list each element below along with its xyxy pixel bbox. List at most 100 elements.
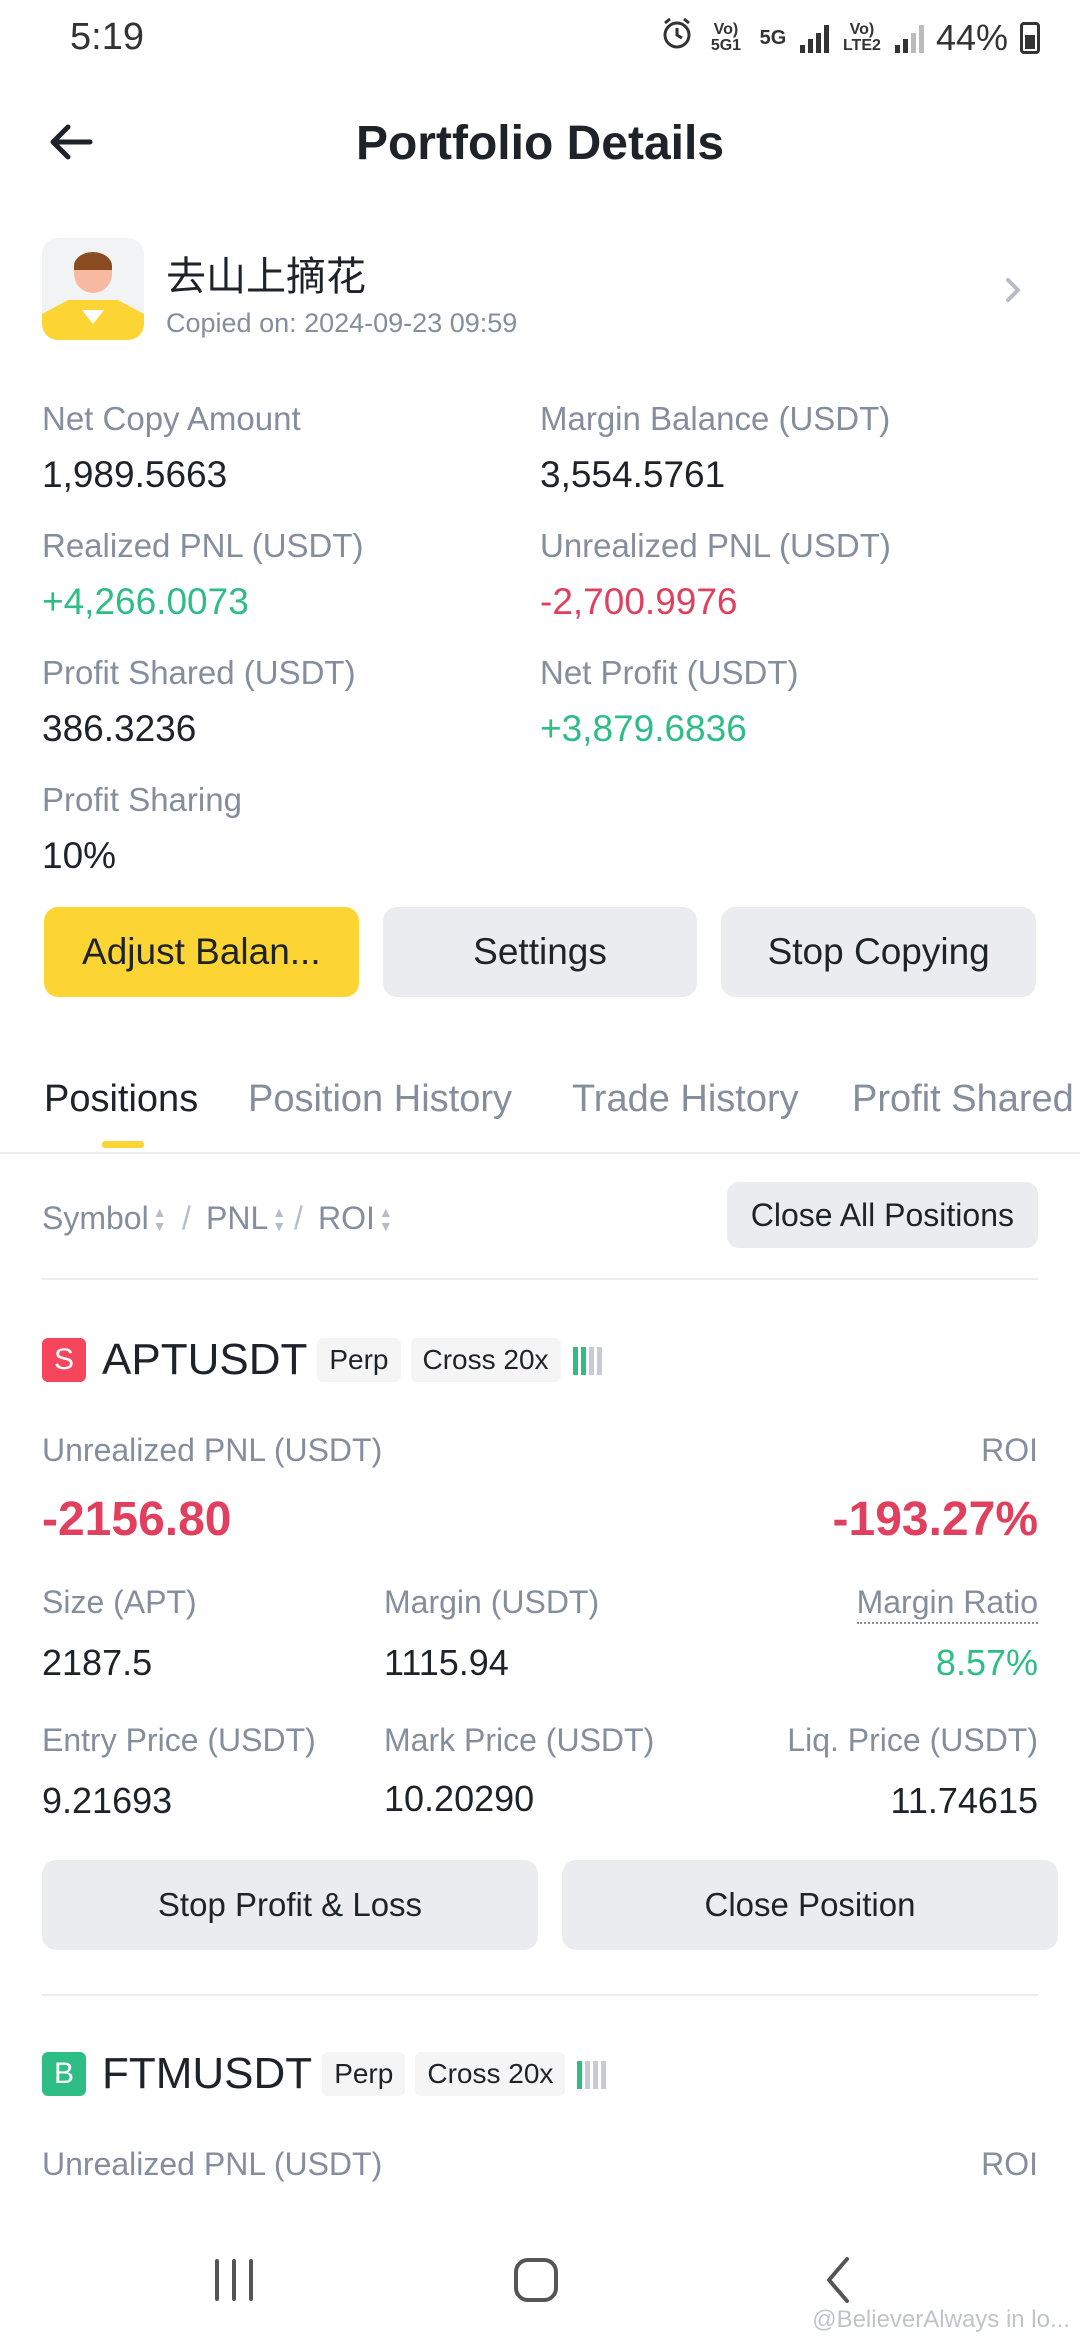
settings-button[interactable]: Settings <box>382 907 698 997</box>
volte-lte2-icon: Vo) LTE2 <box>842 20 881 54</box>
sort-pnl[interactable]: PNL ▲ ▼ <box>206 1200 286 1237</box>
adjust-balance-button[interactable]: Adjust Balan... <box>44 907 359 997</box>
stat-profit-sharing: Profit Sharing 10% <box>42 781 522 877</box>
stat-net-copy-amount: Net Copy Amount 1,989.5663 <box>42 400 522 496</box>
battery-icon <box>1020 21 1040 54</box>
stat-value: 386.3236 <box>42 708 197 749</box>
stat-value: 1,989.5663 <box>42 454 228 495</box>
avatar <box>42 238 144 340</box>
stat-unrealized-pnl: Unrealized PNL (USDT) -2,700.9976 <box>540 527 1020 623</box>
header: Portfolio Details <box>0 100 1080 190</box>
sort-roi-label: ROI <box>318 1200 375 1236</box>
sell-side-badge: S <box>42 1338 86 1382</box>
stat-value: -2,700.9976 <box>540 581 738 622</box>
mark-price-label: Mark Price (USDT) <box>384 1722 655 1758</box>
mark-price-value: 10.20290 <box>384 1778 535 1819</box>
stat-label: Realized PNL (USDT) <box>42 527 364 564</box>
action-buttons: Adjust Balan... Settings Stop Copying <box>44 907 1037 997</box>
stop-copying-button[interactable]: Stop Copying <box>721 907 1037 997</box>
tabs-divider <box>0 1152 1080 1154</box>
recent-apps-icon[interactable] <box>204 2250 264 2310</box>
tab-position-history[interactable]: Position History <box>248 1078 512 1121</box>
liq-price-label: Liq. Price (USDT) <box>787 1722 1038 1758</box>
close-position-button[interactable]: Close Position <box>562 1860 1058 1950</box>
sort-arrows-icon: ▲ ▼ <box>152 1203 167 1234</box>
stat-value: +4,266.0073 <box>42 581 249 622</box>
chevron-right-icon[interactable] <box>1000 272 1028 308</box>
roi-label: ROI <box>981 2146 1038 2182</box>
contract-type-tag: Perp <box>322 2052 406 2096</box>
margin-mode-tag: Cross 20x <box>415 2052 566 2096</box>
active-tab-indicator <box>102 1141 144 1148</box>
divider <box>42 1278 1038 1280</box>
volte-5g1-icon: Vo) 5G1 <box>710 20 742 54</box>
entry-price-value: 9.21693 <box>42 1780 173 1821</box>
unrealized-pnl-label: Unrealized PNL (USDT) <box>42 1432 383 1468</box>
signal-icon-2 <box>894 23 924 53</box>
margin-ratio-label-text: Margin Ratio <box>856 1584 1038 1624</box>
entry-price-label: Entry Price (USDT) <box>42 1722 316 1758</box>
copied-on-text: Copied on: 2024-09-23 09:59 <box>166 308 518 338</box>
stop-profit-loss-button[interactable]: Stop Profit & Loss <box>42 1860 538 1950</box>
sort-symbol-label: Symbol <box>42 1200 149 1236</box>
stat-net-profit: Net Profit (USDT) +3,879.6836 <box>540 654 1020 750</box>
roi-value: -193.27% <box>832 1493 1038 1546</box>
liq-price-value: 11.74615 <box>890 1780 1038 1821</box>
alarm-icon <box>660 16 694 59</box>
status-time: 5:19 <box>70 16 144 58</box>
status-icons: Vo) 5G1 5G Vo) LTE2 44% <box>660 16 1040 59</box>
adl-indicator-icon <box>572 1345 602 1375</box>
stat-label: Profit Shared (USDT) <box>42 654 356 691</box>
close-all-positions-button[interactable]: Close All Positions <box>726 1182 1038 1248</box>
adl-indicator-icon <box>577 2059 607 2089</box>
position-symbol: FTMUSDT <box>102 2049 313 2098</box>
home-icon[interactable] <box>506 2250 566 2310</box>
stat-label: Unrealized PNL (USDT) <box>540 527 891 564</box>
sort-symbol[interactable]: Symbol ▲ ▼ <box>42 1200 167 1237</box>
stat-label: Net Copy Amount <box>42 400 301 437</box>
margin-mode-tag: Cross 20x <box>410 1338 561 1382</box>
trader-row[interactable]: 去山上摘花 Copied on: 2024-09-23 09:59 <box>42 238 1038 342</box>
tab-positions[interactable]: Positions <box>44 1078 198 1121</box>
position-symbol: APTUSDT <box>102 1335 308 1384</box>
size-label: Size (APT) <box>42 1584 197 1620</box>
sort-separator: / <box>294 1200 303 1236</box>
stat-label: Profit Sharing <box>42 781 242 818</box>
stat-value: 3,554.5761 <box>540 454 726 495</box>
stat-profit-shared: Profit Shared (USDT) 386.3236 <box>42 654 522 750</box>
unrealized-pnl-value: -2156.80 <box>42 1493 232 1546</box>
watermark-text: @BelieverAlways in lo... <box>812 2306 1070 2333</box>
sort-roi[interactable]: ROI ▲ ▼ <box>318 1200 393 1237</box>
position-header: S APTUSDT Perp Cross 20x <box>42 1332 602 1388</box>
tab-profit-shared[interactable]: Profit Shared <box>852 1078 1074 1121</box>
margin-label: Margin (USDT) <box>384 1584 600 1620</box>
sort-arrows-icon: ▲ ▼ <box>272 1203 287 1234</box>
roi-label: ROI <box>981 1432 1038 1468</box>
stat-value: +3,879.6836 <box>540 708 747 749</box>
stat-label: Margin Balance (USDT) <box>540 400 891 437</box>
buy-side-badge: B <box>42 2052 86 2096</box>
tab-trade-history[interactable]: Trade History <box>572 1078 799 1121</box>
sort-pnl-label: PNL <box>206 1200 269 1236</box>
stat-margin-balance: Margin Balance (USDT) 3,554.5761 <box>540 400 1020 496</box>
stat-label: Net Profit (USDT) <box>540 654 799 691</box>
battery-percent: 44% <box>935 16 1008 58</box>
system-nav-bar: @BelieverAlways in lo... <box>0 2220 1080 2340</box>
unrealized-pnl-label: Unrealized PNL (USDT) <box>42 2146 383 2182</box>
status-bar: 5:19 Vo) 5G1 5G Vo) LTE2 44% <box>0 0 1080 80</box>
margin-ratio-label[interactable]: Margin Ratio <box>856 1584 1038 1624</box>
margin-value: 1115.94 <box>384 1642 509 1683</box>
contract-type-tag: Perp <box>317 1338 401 1382</box>
5g-icon: 5G <box>759 26 787 49</box>
back-nav-icon[interactable] <box>810 2250 870 2310</box>
signal-icon <box>799 23 829 53</box>
size-value: 2187.5 <box>42 1642 153 1683</box>
page-title: Portfolio Details <box>355 117 725 170</box>
position-header: B FTMUSDT Perp Cross 20x <box>42 2046 607 2102</box>
tab-bar: Positions Position History Trade History… <box>0 1078 1080 1154</box>
margin-ratio-value: 8.57% <box>935 1642 1038 1683</box>
sort-separator: / <box>182 1200 191 1236</box>
sort-bar: Symbol ▲ ▼ / PNL ▲ ▼ / ROI ▲ ▼ Close All Po… <box>42 1182 1038 1252</box>
trader-name: 去山上摘花 <box>166 254 366 300</box>
divider <box>42 1994 1038 1996</box>
